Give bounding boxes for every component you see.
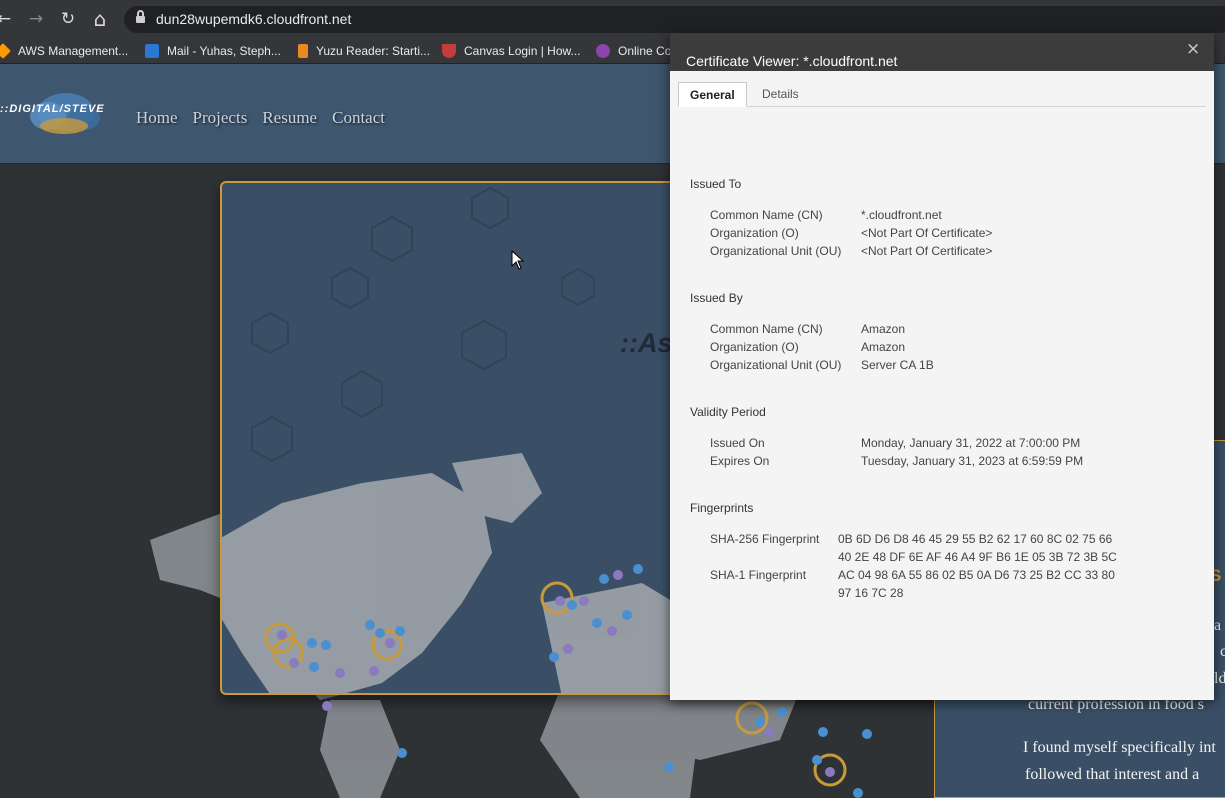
field-label: Organization (O) bbox=[710, 226, 799, 240]
issued-to-heading: Issued To bbox=[690, 177, 742, 191]
field-value: *.cloudfront.net bbox=[861, 208, 942, 222]
field-label: Common Name (CN) bbox=[710, 208, 823, 222]
tab-details[interactable]: Details bbox=[751, 82, 810, 107]
tab-general[interactable]: General bbox=[678, 82, 747, 107]
fingerprints-heading: Fingerprints bbox=[690, 501, 754, 515]
dialog-title: Certificate Viewer: *.cloudfront.net bbox=[686, 53, 898, 69]
sha256-label: SHA-256 Fingerprint bbox=[710, 532, 820, 546]
issued-by-heading: Issued By bbox=[690, 291, 743, 305]
mouse-cursor-icon bbox=[511, 250, 525, 270]
field-label: Organizational Unit (OU) bbox=[710, 244, 842, 258]
field-label: Common Name (CN) bbox=[710, 322, 823, 336]
field-label: Expires On bbox=[710, 454, 770, 468]
field-label: Organization (O) bbox=[710, 340, 799, 354]
sha1-label: SHA-1 Fingerprint bbox=[710, 568, 807, 582]
certificate-viewer-dialog: Certificate Viewer: *.cloudfront.net × G… bbox=[670, 33, 1214, 700]
validity-heading: Validity Period bbox=[690, 405, 766, 419]
field-value: Server CA 1B bbox=[861, 358, 934, 372]
field-label: Issued On bbox=[710, 436, 765, 450]
field-value: Tuesday, January 31, 2023 at 6:59:59 PM bbox=[861, 454, 1084, 468]
close-icon[interactable]: × bbox=[1186, 39, 1200, 59]
tab-strip: General Details bbox=[678, 82, 1206, 107]
dialog-titlebar[interactable]: Certificate Viewer: *.cloudfront.net × bbox=[670, 33, 1214, 71]
field-value: Amazon bbox=[861, 340, 906, 354]
dialog-body: General Details Issued To Common Name (C… bbox=[670, 71, 1214, 700]
field-value: Monday, January 31, 2022 at 7:00:00 PM bbox=[861, 436, 1081, 450]
sha256-value-line: 40 2E 48 DF 6E AF 46 A4 9F B6 1E 05 3B 7… bbox=[838, 550, 1117, 564]
sha1-value-line: AC 04 98 6A 55 86 02 B5 0A D6 73 25 B2 C… bbox=[838, 568, 1115, 582]
field-value: <Not Part Of Certificate> bbox=[861, 244, 993, 258]
field-label: Organizational Unit (OU) bbox=[710, 358, 842, 372]
sha256-value-line: 0B 6D D6 D8 46 45 29 55 B2 62 17 60 8C 0… bbox=[838, 532, 1113, 546]
sha1-value-line: 97 16 7C 28 bbox=[838, 586, 904, 600]
field-value: Amazon bbox=[861, 322, 906, 336]
field-value: <Not Part Of Certificate> bbox=[861, 226, 993, 240]
